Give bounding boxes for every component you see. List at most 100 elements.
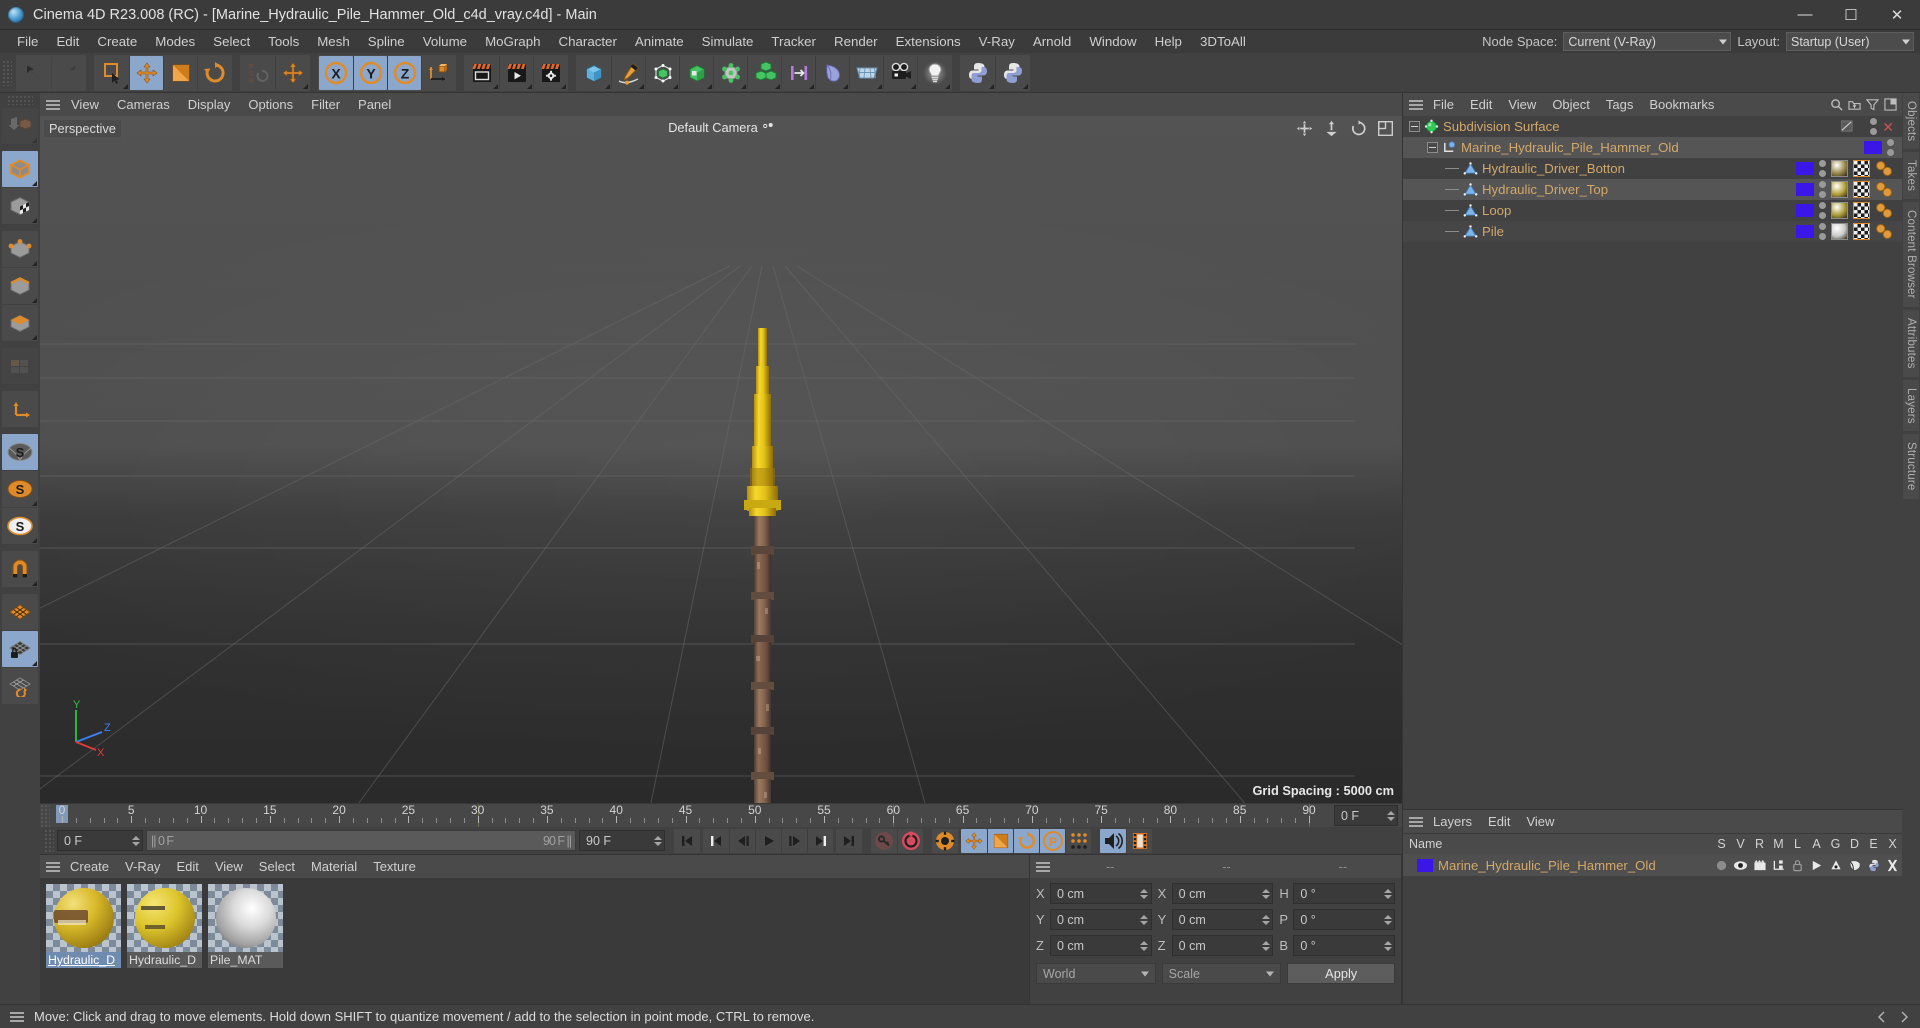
add-deformer-button[interactable] <box>713 55 747 90</box>
object-row[interactable]: Pile <box>1403 221 1902 242</box>
layer-manager-cell[interactable] <box>1769 859 1788 872</box>
menu-item-render[interactable]: Render <box>825 32 887 51</box>
pan-view-icon[interactable] <box>1296 120 1313 137</box>
object-menu-file[interactable]: File <box>1425 95 1462 114</box>
size-z-field[interactable]: 0 cm <box>1171 935 1274 956</box>
status-menu-handle-icon[interactable] <box>8 1010 26 1024</box>
rotation-p-field[interactable]: 0 ° <box>1293 909 1396 930</box>
texture-tag-icon[interactable] <box>1853 202 1870 219</box>
previous-frame-button[interactable] <box>729 828 755 853</box>
menu-item-extensions[interactable]: Extensions <box>887 32 970 51</box>
position-x-field[interactable]: 0 cm <box>1050 883 1152 904</box>
workplane-button[interactable] <box>2 594 38 630</box>
object-row[interactable]: Loop <box>1403 200 1902 221</box>
start-frame-field[interactable]: 0 F <box>57 830 143 851</box>
layer-render-cell[interactable] <box>1750 859 1769 872</box>
keyframe-settings-button[interactable] <box>932 828 958 853</box>
folder-up-icon[interactable] <box>1848 98 1861 111</box>
spinner-icon[interactable] <box>1261 938 1270 953</box>
layer-col-r[interactable]: R <box>1750 837 1769 851</box>
film-button[interactable] <box>1126 828 1152 853</box>
menu-item-tools[interactable]: Tools <box>259 32 308 51</box>
layer-col-a[interactable]: A <box>1807 837 1826 851</box>
rotation-b-field[interactable]: 0 ° <box>1293 935 1396 956</box>
material-name[interactable]: Pile_MAT <box>208 952 283 968</box>
lock-workplane-button[interactable] <box>2 631 38 667</box>
spinner-icon[interactable] <box>1261 912 1270 927</box>
tab-takes[interactable]: Takes <box>1903 152 1919 200</box>
menu-item-animate[interactable]: Animate <box>626 32 693 51</box>
axis-mode-button[interactable] <box>2 391 38 427</box>
spinner-icon[interactable] <box>1140 886 1149 901</box>
object-row[interactable]: Marine_Hydraulic_Pile_Hammer_Old <box>1403 137 1902 158</box>
menu-item-character[interactable]: Character <box>550 32 626 51</box>
material-tag-icon[interactable] <box>1831 202 1848 219</box>
add-scene-button[interactable] <box>849 55 883 90</box>
filter-icon[interactable] <box>1866 98 1879 111</box>
x-axis-lock-button[interactable]: X <box>319 55 353 90</box>
material-tag-icon[interactable] <box>1831 223 1848 240</box>
add-nurbs-button[interactable] <box>645 55 679 90</box>
close-button[interactable]: ✕ <box>1874 0 1920 30</box>
visibility-dots-icon[interactable] <box>1819 202 1826 219</box>
menu-item-create[interactable]: Create <box>88 32 146 51</box>
tab-attributes[interactable]: Attributes <box>1903 310 1919 377</box>
material-menu-select[interactable]: Select <box>251 857 303 876</box>
layer-col-d[interactable]: D <box>1845 837 1864 851</box>
menu-item-mesh[interactable]: Mesh <box>308 32 359 51</box>
material-sphere-icon[interactable] <box>46 884 121 952</box>
redo-button[interactable] <box>51 55 85 90</box>
rotation-h-field[interactable]: 0 ° <box>1293 883 1396 904</box>
material-menu-texture[interactable]: Texture <box>365 857 424 876</box>
layout-dropdown[interactable]: Startup (User) <box>1786 32 1914 51</box>
spinner-icon[interactable] <box>653 833 662 848</box>
z-axis-lock-button[interactable]: Z <box>387 55 421 90</box>
material-sphere-icon[interactable] <box>208 884 283 952</box>
layer-col-l[interactable]: L <box>1788 837 1807 851</box>
transport-drag-handle[interactable] <box>44 828 54 853</box>
timeline-drag-handle[interactable] <box>40 804 50 828</box>
size-x-field[interactable]: 0 cm <box>1171 883 1274 904</box>
menu-item-edit[interactable]: Edit <box>47 32 88 51</box>
sound-button[interactable] <box>1100 828 1126 853</box>
record-active-objects-button[interactable] <box>871 828 897 853</box>
object-layer-swatch[interactable] <box>1796 204 1814 217</box>
go-to-start-button[interactable] <box>674 828 700 853</box>
material-name[interactable]: Hydraulic_D <box>46 952 121 968</box>
tab-layers[interactable]: Layers <box>1903 379 1919 432</box>
model-mode-button[interactable] <box>2 151 38 187</box>
undo-button[interactable] <box>17 55 51 90</box>
position-z-field[interactable]: 0 cm <box>1050 935 1152 956</box>
layer-xref-cell[interactable] <box>1883 859 1902 872</box>
phong-tag-icon[interactable] <box>1875 202 1894 219</box>
spinner-icon[interactable] <box>1140 912 1149 927</box>
object-layer-swatch[interactable] <box>1796 162 1814 175</box>
menu-item-simulate[interactable]: Simulate <box>693 32 763 51</box>
world-object-axis-button[interactable] <box>275 55 309 90</box>
parameter-key-button[interactable]: P <box>1039 828 1065 853</box>
go-to-next-key-button[interactable] <box>807 828 833 853</box>
object-layer-swatch[interactable] <box>1796 225 1814 238</box>
phong-tag-icon[interactable] <box>1875 181 1894 198</box>
planar-workplane-button[interactable] <box>2 668 38 704</box>
menu-item-3dtoall[interactable]: 3DToAll <box>1191 32 1255 51</box>
snap-magnet-button[interactable] <box>2 551 38 587</box>
next-frame-button[interactable] <box>781 828 807 853</box>
texture-tag-icon[interactable] <box>1853 223 1870 240</box>
point-level-anim-button[interactable] <box>1065 828 1091 853</box>
visibility-dots-icon[interactable] <box>1870 118 1878 135</box>
chevron-right-icon[interactable] <box>1898 1010 1910 1023</box>
render-settings-button[interactable] <box>533 55 567 90</box>
visibility-dots-icon[interactable] <box>1819 160 1826 177</box>
tab-objects[interactable]: Objects <box>1903 93 1919 150</box>
expand-collapse-toggle[interactable] <box>1409 121 1420 132</box>
phong-tag-icon[interactable] <box>1875 223 1894 240</box>
spinner-icon[interactable] <box>131 833 140 848</box>
object-row[interactable]: Hydraulic_Driver_Botton <box>1403 158 1902 179</box>
layer-col-s[interactable]: S <box>1712 837 1731 851</box>
object-menu-object[interactable]: Object <box>1544 95 1598 114</box>
expand-collapse-toggle[interactable] <box>1427 142 1438 153</box>
material-name[interactable]: Hydraulic_D <box>127 952 202 968</box>
layer-deformer-cell[interactable] <box>1845 859 1864 872</box>
python-generator-button[interactable] <box>995 55 1029 90</box>
